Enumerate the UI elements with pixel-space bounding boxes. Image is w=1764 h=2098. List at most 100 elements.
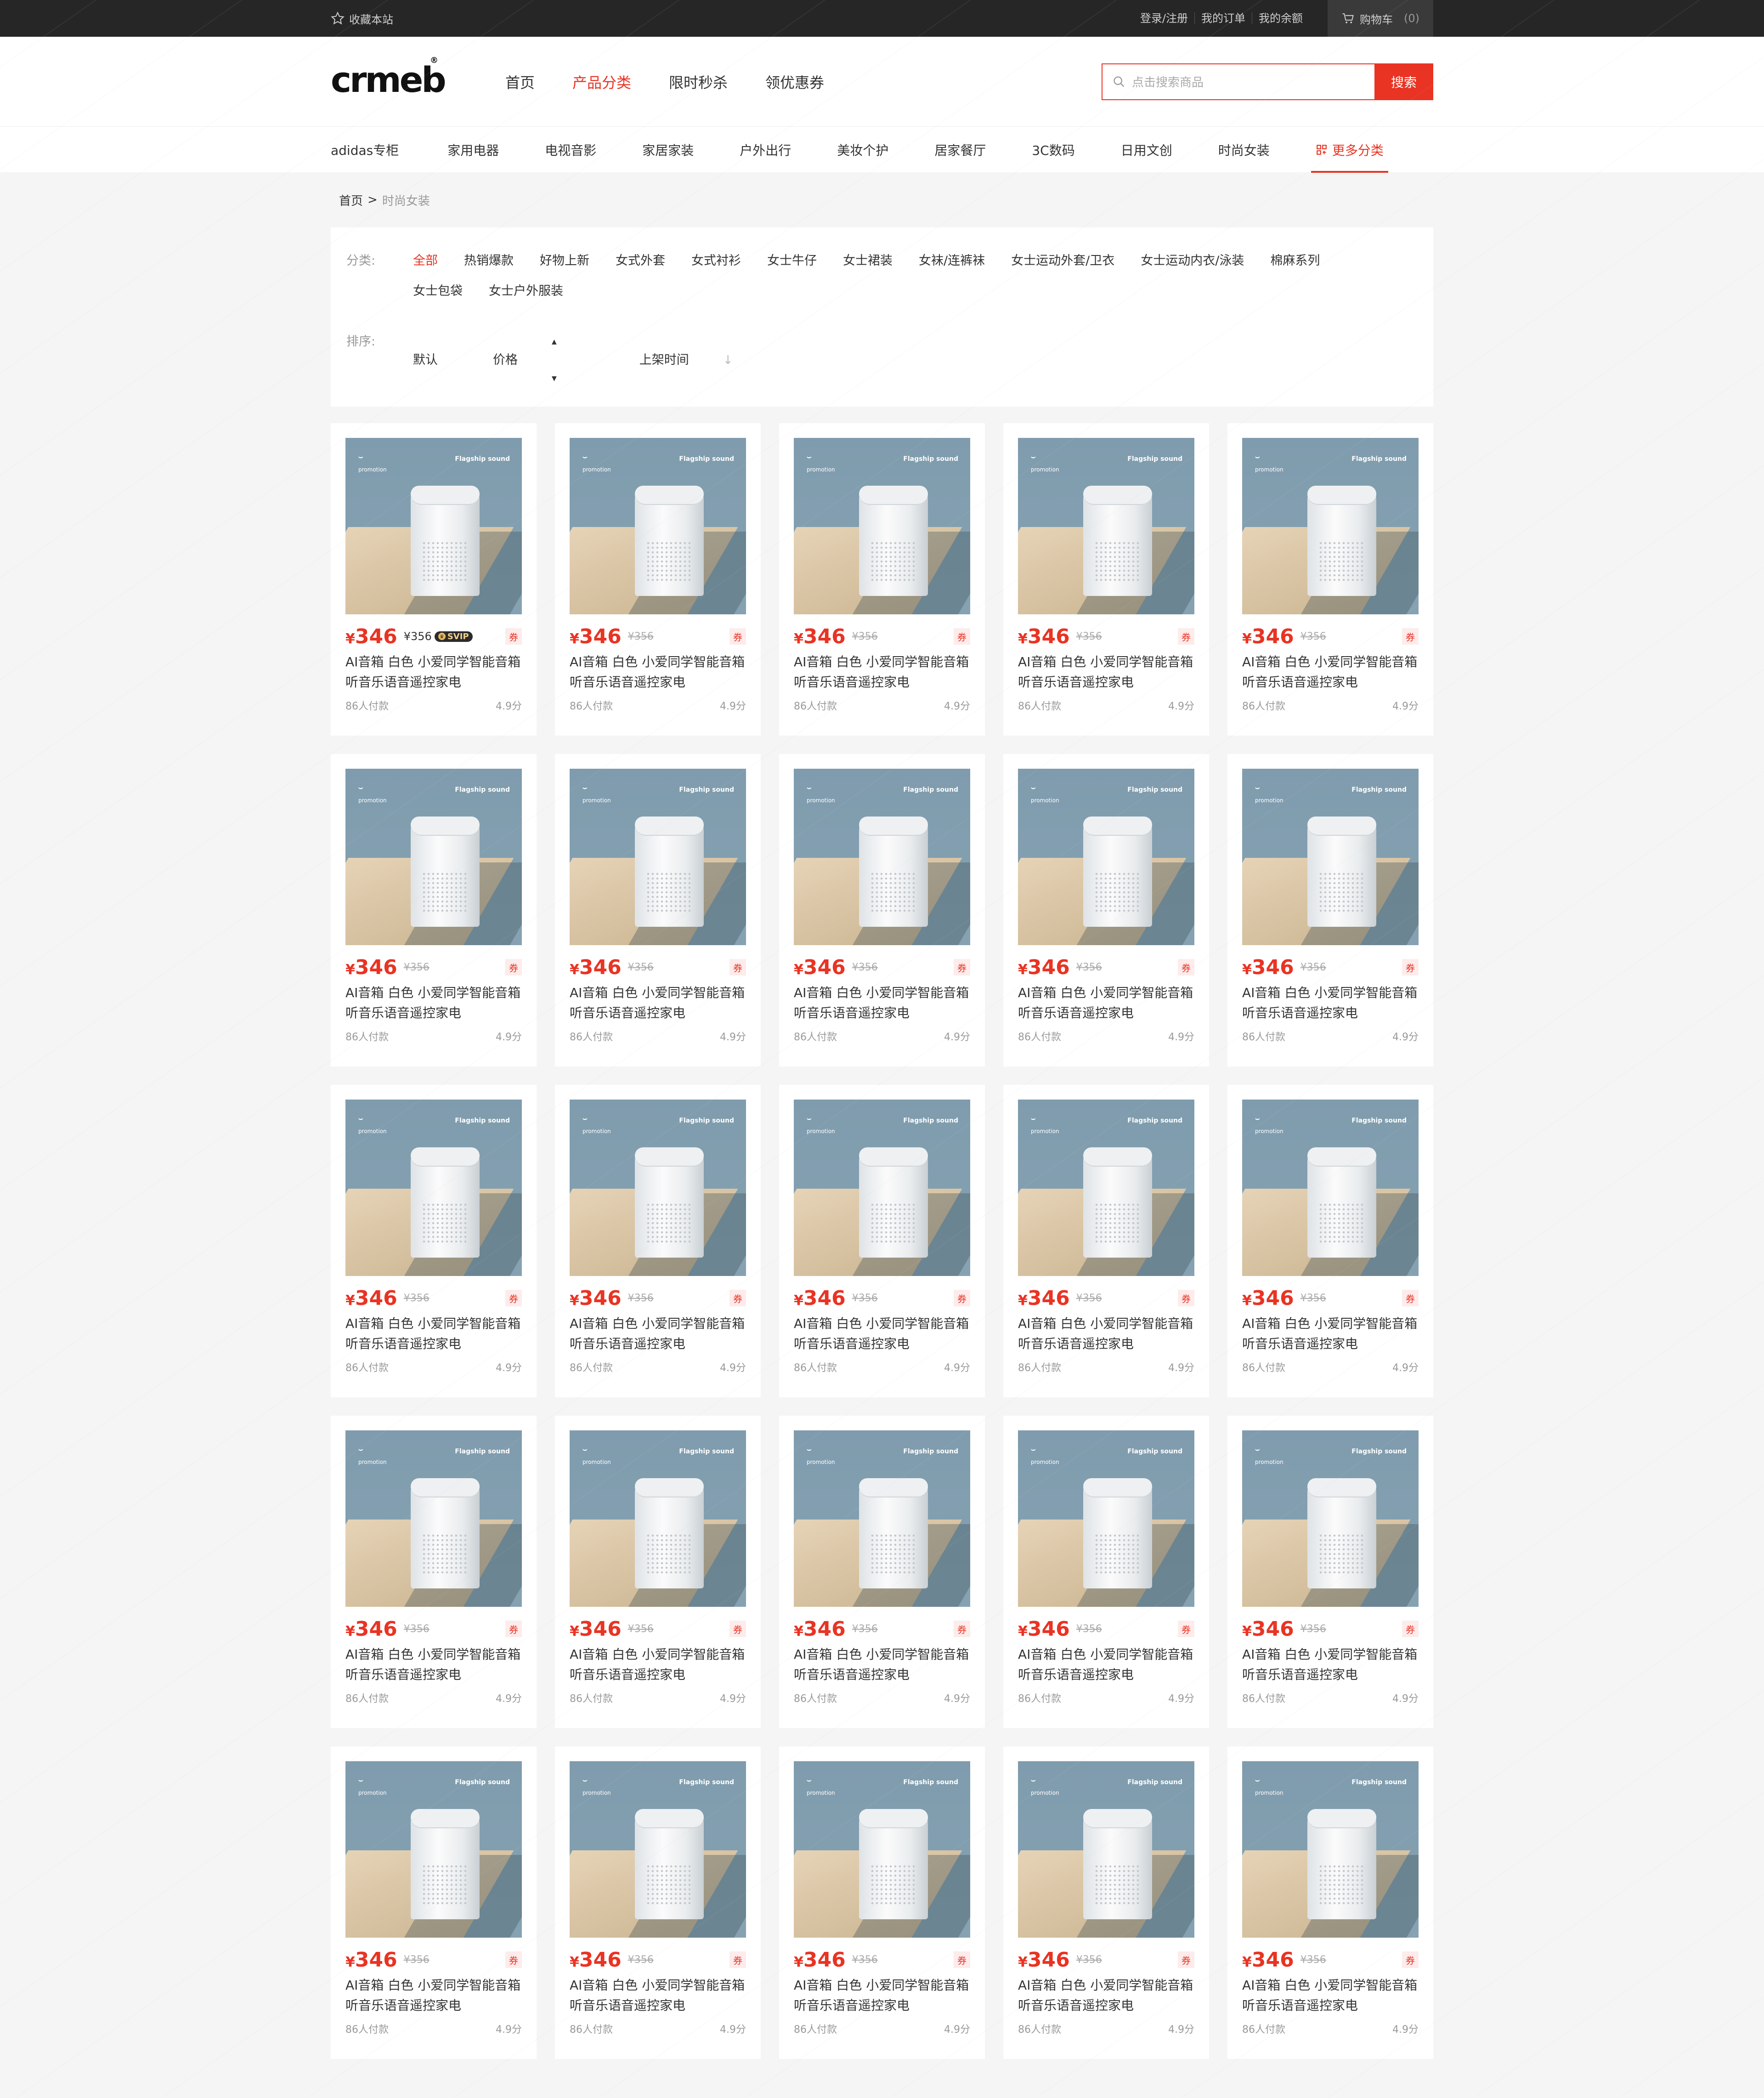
product-image[interactable]: ⌣ promotion Flagship sound — [345, 1761, 522, 1938]
search-input[interactable]: 点击搜索商品 — [1102, 63, 1374, 100]
category-option[interactable]: 女士户外服装 — [489, 276, 563, 306]
product-image[interactable]: ⌣ promotion Flagship sound — [570, 438, 746, 614]
product-name[interactable]: AI音箱 白色 小爱同学智能音箱听音乐语音遥控家电 — [1018, 983, 1194, 1023]
product-name[interactable]: AI音箱 白色 小爱同学智能音箱听音乐语音遥控家电 — [1018, 1314, 1194, 1354]
product-card[interactable]: ⌣ promotion Flagship sound ¥346 ¥356 券 AI… — [331, 1085, 537, 1397]
more-categories-link[interactable]: 更多分类 — [1311, 127, 1388, 173]
product-name[interactable]: AI音箱 白色 小爱同学智能音箱听音乐语音遥控家电 — [1242, 983, 1419, 1023]
product-name[interactable]: AI音箱 白色 小爱同学智能音箱听音乐语音遥控家电 — [794, 1644, 970, 1685]
product-image[interactable]: ⌣ promotion Flagship sound — [1242, 1430, 1419, 1607]
category-option[interactable]: 女袜/连裤袜 — [919, 246, 985, 276]
category-item[interactable]: 美妆个护 — [837, 141, 888, 159]
category-option[interactable]: 女士裙装 — [843, 246, 893, 276]
breadcrumb-home[interactable]: 首页 — [339, 192, 363, 209]
product-card[interactable]: ⌣ promotion Flagship sound ¥346 ¥356 券 AI… — [1003, 1416, 1209, 1728]
product-name[interactable]: AI音箱 白色 小爱同学智能音箱听音乐语音遥控家电 — [570, 1644, 746, 1685]
product-card[interactable]: ⌣ promotion Flagship sound ¥346 ¥356 券 AI… — [1227, 1085, 1433, 1397]
category-item[interactable]: 家居家装 — [642, 141, 694, 159]
product-name[interactable]: AI音箱 白色 小爱同学智能音箱听音乐语音遥控家电 — [1242, 1644, 1419, 1685]
product-image[interactable]: ⌣ promotion Flagship sound — [570, 1761, 746, 1938]
product-name[interactable]: AI音箱 白色 小爱同学智能音箱听音乐语音遥控家电 — [345, 1975, 522, 2016]
product-name[interactable]: AI音箱 白色 小爱同学智能音箱听音乐语音遥控家电 — [1242, 1975, 1419, 2016]
product-image[interactable]: ⌣ promotion Flagship sound — [1018, 1100, 1194, 1276]
product-image[interactable]: ⌣ promotion Flagship sound — [1018, 769, 1194, 945]
product-card[interactable]: ⌣ promotion Flagship sound ¥346 ¥356 券 AI… — [1227, 1416, 1433, 1728]
product-card[interactable]: ⌣ promotion Flagship sound ¥346 ¥356 券 AI… — [779, 1085, 985, 1397]
product-image[interactable]: ⌣ promotion Flagship sound — [1018, 1761, 1194, 1938]
product-card[interactable]: ⌣ promotion Flagship sound ¥346 ¥356 券 AI… — [555, 1746, 761, 2059]
product-card[interactable]: ⌣ promotion Flagship sound ¥346 ¥356 券 AI… — [1227, 1746, 1433, 2059]
sort-price[interactable]: 价格 ▲ ▼ — [493, 327, 612, 394]
product-card[interactable]: ⌣ promotion Flagship sound ¥346 ¥356 券 AI… — [1227, 423, 1433, 736]
product-name[interactable]: AI音箱 白色 小爱同学智能音箱听音乐语音遥控家电 — [345, 1644, 522, 1685]
category-option[interactable]: 女式外套 — [616, 246, 665, 276]
cart-button[interactable]: 购物车 (0) — [1328, 0, 1433, 37]
product-card[interactable]: ⌣ promotion Flagship sound ¥346 ¥356 ♛ SVI… — [331, 423, 537, 736]
product-name[interactable]: AI音箱 白色 小爱同学智能音箱听音乐语音遥控家电 — [345, 652, 522, 692]
category-item[interactable]: 户外出行 — [740, 141, 791, 159]
product-name[interactable]: AI音箱 白色 小爱同学智能音箱听音乐语音遥控家电 — [1018, 1644, 1194, 1685]
product-name[interactable]: AI音箱 白色 小爱同学智能音箱听音乐语音遥控家电 — [345, 1314, 522, 1354]
product-card[interactable]: ⌣ promotion Flagship sound ¥346 ¥356 券 AI… — [1003, 1746, 1209, 2059]
product-image[interactable]: ⌣ promotion Flagship sound — [1242, 1761, 1419, 1938]
category-option[interactable]: 女士牛仔 — [767, 246, 817, 276]
product-image[interactable]: ⌣ promotion Flagship sound — [1242, 1100, 1419, 1276]
category-item[interactable]: 时尚女装 — [1218, 141, 1270, 159]
product-name[interactable]: AI音箱 白色 小爱同学智能音箱听音乐语音遥控家电 — [345, 983, 522, 1023]
product-name[interactable]: AI音箱 白色 小爱同学智能音箱听音乐语音遥控家电 — [570, 983, 746, 1023]
product-image[interactable]: ⌣ promotion Flagship sound — [570, 1430, 746, 1607]
category-option[interactable]: 女式衬衫 — [691, 246, 741, 276]
product-card[interactable]: ⌣ promotion Flagship sound ¥346 ¥356 券 AI… — [331, 1746, 537, 2059]
product-card[interactable]: ⌣ promotion Flagship sound ¥346 ¥356 券 AI… — [779, 1416, 985, 1728]
category-option[interactable]: 全部 — [413, 246, 438, 276]
sort-date[interactable]: 上架时间 ↓ — [639, 327, 761, 394]
product-image[interactable]: ⌣ promotion Flagship sound — [345, 438, 522, 614]
product-card[interactable]: ⌣ promotion Flagship sound ¥346 ¥356 券 AI… — [1003, 1085, 1209, 1397]
login-register-link[interactable]: 登录/注册 — [1134, 12, 1195, 24]
product-image[interactable]: ⌣ promotion Flagship sound — [570, 769, 746, 945]
category-option[interactable]: 好物上新 — [540, 246, 589, 276]
search-button[interactable]: 搜索 — [1374, 63, 1433, 100]
product-name[interactable]: AI音箱 白色 小爱同学智能音箱听音乐语音遥控家电 — [1242, 1314, 1419, 1354]
product-name[interactable]: AI音箱 白色 小爱同学智能音箱听音乐语音遥控家电 — [1242, 652, 1419, 692]
logo[interactable]: crmeb ® — [331, 56, 447, 100]
category-item[interactable]: adidas专柜 — [331, 141, 399, 159]
product-card[interactable]: ⌣ promotion Flagship sound ¥346 ¥356 券 AI… — [555, 1085, 761, 1397]
product-image[interactable]: ⌣ promotion Flagship sound — [570, 1100, 746, 1276]
product-card[interactable]: ⌣ promotion Flagship sound ¥346 ¥356 券 AI… — [779, 754, 985, 1066]
product-name[interactable]: AI音箱 白色 小爱同学智能音箱听音乐语音遥控家电 — [570, 1314, 746, 1354]
nav-flash-sale[interactable]: 限时秒杀 — [669, 71, 728, 92]
category-option[interactable]: 女士运动内衣/泳装 — [1141, 246, 1244, 276]
product-card[interactable]: ⌣ promotion Flagship sound ¥346 ¥356 券 AI… — [1003, 754, 1209, 1066]
category-option[interactable]: 棉麻系列 — [1270, 246, 1320, 276]
nav-coupons[interactable]: 领优惠券 — [765, 71, 824, 92]
product-card[interactable]: ⌣ promotion Flagship sound ¥346 ¥356 券 AI… — [555, 754, 761, 1066]
product-image[interactable]: ⌣ promotion Flagship sound — [1242, 769, 1419, 945]
product-image[interactable]: ⌣ promotion Flagship sound — [345, 1430, 522, 1607]
sort-default[interactable]: 默认 — [413, 327, 465, 394]
product-card[interactable]: ⌣ promotion Flagship sound ¥346 ¥356 券 AI… — [555, 423, 761, 736]
category-option[interactable]: 热销爆款 — [464, 246, 514, 276]
product-image[interactable]: ⌣ promotion Flagship sound — [1242, 438, 1419, 614]
product-name[interactable]: AI音箱 白色 小爱同学智能音箱听音乐语音遥控家电 — [570, 652, 746, 692]
product-card[interactable]: ⌣ promotion Flagship sound ¥346 ¥356 券 AI… — [1003, 423, 1209, 736]
product-name[interactable]: AI音箱 白色 小爱同学智能音箱听音乐语音遥控家电 — [1018, 1975, 1194, 2016]
nav-categories[interactable]: 产品分类 — [572, 71, 631, 92]
product-card[interactable]: ⌣ promotion Flagship sound ¥346 ¥356 券 AI… — [779, 1746, 985, 2059]
product-image[interactable]: ⌣ promotion Flagship sound — [794, 769, 970, 945]
product-image[interactable]: ⌣ promotion Flagship sound — [1018, 438, 1194, 614]
product-image[interactable]: ⌣ promotion Flagship sound — [794, 1761, 970, 1938]
product-image[interactable]: ⌣ promotion Flagship sound — [1018, 1430, 1194, 1607]
category-item[interactable]: 3C数码 — [1032, 141, 1074, 159]
product-card[interactable]: ⌣ promotion Flagship sound ¥346 ¥356 券 AI… — [331, 754, 537, 1066]
product-image[interactable]: ⌣ promotion Flagship sound — [345, 1100, 522, 1276]
product-name[interactable]: AI音箱 白色 小爱同学智能音箱听音乐语音遥控家电 — [794, 652, 970, 692]
product-name[interactable]: AI音箱 白色 小爱同学智能音箱听音乐语音遥控家电 — [1018, 652, 1194, 692]
product-card[interactable]: ⌣ promotion Flagship sound ¥346 ¥356 券 AI… — [555, 1416, 761, 1728]
product-name[interactable]: AI音箱 白色 小爱同学智能音箱听音乐语音遥控家电 — [794, 1314, 970, 1354]
category-item[interactable]: 电视音影 — [545, 141, 596, 159]
product-image[interactable]: ⌣ promotion Flagship sound — [345, 769, 522, 945]
my-balance-link[interactable]: 我的余额 — [1252, 12, 1309, 24]
product-name[interactable]: AI音箱 白色 小爱同学智能音箱听音乐语音遥控家电 — [570, 1975, 746, 2016]
product-image[interactable]: ⌣ promotion Flagship sound — [794, 1430, 970, 1607]
